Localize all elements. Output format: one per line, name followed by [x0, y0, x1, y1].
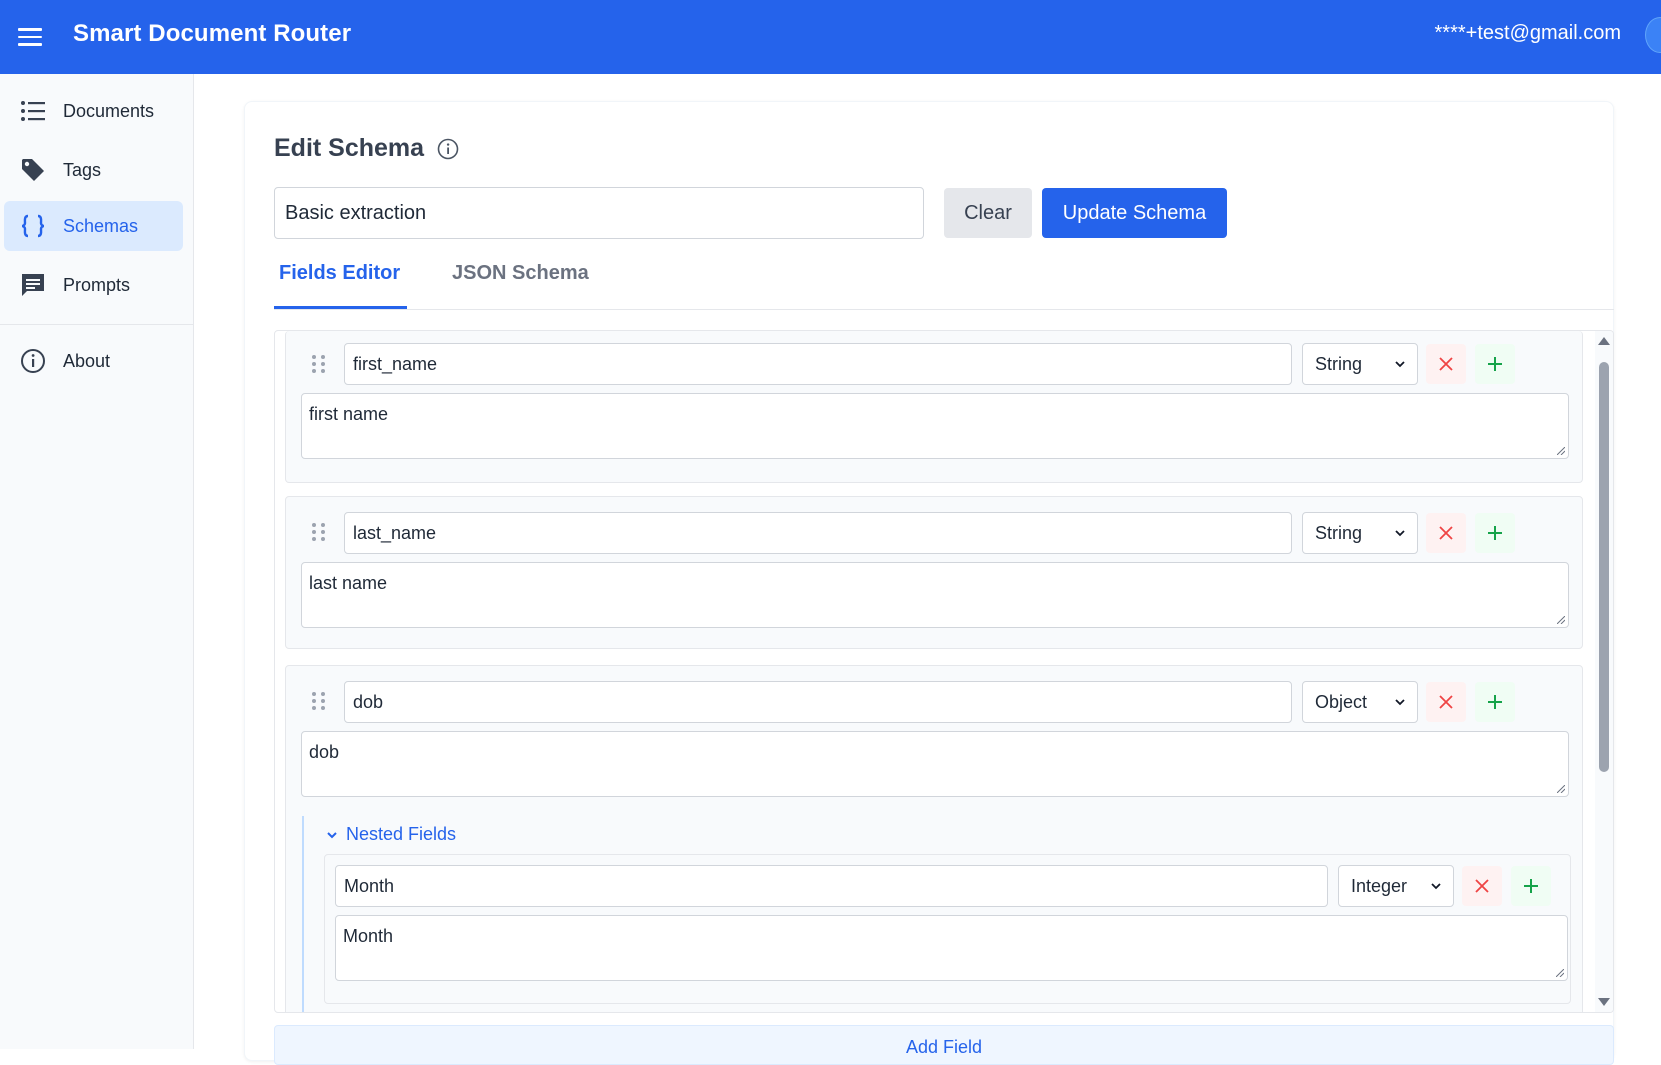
sidebar-item-label: About: [63, 350, 111, 371]
delete-field-button[interactable]: [1426, 344, 1466, 384]
sidebar: Documents Tags Schemas Prompts About: [0, 74, 194, 1049]
sidebar-item-about[interactable]: About: [4, 336, 183, 386]
close-icon: [1439, 695, 1453, 709]
field-type-select[interactable]: String: [1302, 512, 1418, 554]
nested-fields-toggle[interactable]: Nested Fields: [326, 824, 456, 845]
scroll-down-arrow-icon[interactable]: [1598, 998, 1610, 1006]
user-email[interactable]: ****+test@gmail.com: [1435, 22, 1621, 45]
field-type-select[interactable]: Integer: [1338, 865, 1454, 907]
editor-tabs: Fields Editor JSON Schema: [274, 258, 1614, 310]
sidebar-item-label: Prompts: [63, 274, 131, 295]
list-icon: [20, 98, 46, 124]
sidebar-item-label: Documents: [63, 100, 155, 121]
chevron-down-icon: [1395, 699, 1405, 706]
top-app-bar: Smart Document Router ****+test@gmail.co…: [0, 0, 1661, 74]
tab-json-schema[interactable]: JSON Schema: [452, 262, 589, 285]
field-description-textarea[interactable]: first name: [301, 393, 1569, 459]
field-name-input[interactable]: [344, 681, 1292, 723]
field-description-textarea[interactable]: Month: [335, 915, 1568, 981]
drag-handle-icon[interactable]: [312, 355, 326, 375]
field-description-text: dob: [309, 742, 340, 762]
close-icon: [1439, 357, 1453, 371]
delete-field-button[interactable]: [1426, 682, 1466, 722]
tab-fields-editor[interactable]: Fields Editor: [279, 262, 400, 285]
clear-button[interactable]: Clear: [944, 188, 1032, 238]
sidebar-item-documents[interactable]: Documents: [4, 86, 183, 136]
scrollbar[interactable]: [1595, 331, 1613, 1012]
field-type-select[interactable]: Object: [1302, 681, 1418, 723]
drag-handle-icon[interactable]: [312, 523, 326, 543]
update-schema-button[interactable]: Update Schema: [1042, 188, 1227, 238]
info-icon: [20, 348, 46, 374]
field-description-text: first name: [309, 404, 389, 424]
resize-grip-icon[interactable]: [1557, 447, 1565, 455]
add-subfield-button[interactable]: [1475, 344, 1515, 384]
plus-icon: [1488, 695, 1502, 709]
scroll-up-arrow-icon[interactable]: [1598, 337, 1610, 345]
sidebar-item-schemas[interactable]: Schemas: [4, 201, 183, 251]
nested-fields-section: Nested Fields Integer Month: [302, 816, 1584, 1012]
plus-icon: [1524, 879, 1538, 893]
add-subfield-button[interactable]: [1475, 682, 1515, 722]
info-icon[interactable]: [437, 138, 459, 160]
plus-icon: [1488, 357, 1502, 371]
resize-grip-icon[interactable]: [1557, 785, 1565, 793]
drag-handle-icon[interactable]: [312, 692, 326, 712]
delete-field-button[interactable]: [1426, 513, 1466, 553]
chevron-down-icon: [1395, 530, 1405, 537]
sidebar-item-label: Tags: [63, 159, 102, 180]
resize-grip-icon[interactable]: [1556, 969, 1564, 977]
field-description-textarea[interactable]: last name: [301, 562, 1569, 628]
field-type-select[interactable]: String: [1302, 343, 1418, 385]
add-subfield-button[interactable]: [1475, 513, 1515, 553]
chevron-down-icon: [1395, 361, 1405, 368]
page-title: Edit Schema: [274, 134, 425, 162]
chevron-down-icon: [1431, 883, 1441, 890]
sidebar-item-label: Schemas: [63, 215, 139, 236]
add-subfield-button[interactable]: [1511, 866, 1551, 906]
field-description-text: last name: [309, 573, 388, 593]
braces-icon: [20, 213, 46, 239]
scrollbar-thumb[interactable]: [1599, 362, 1609, 772]
field-row: String last name: [285, 496, 1583, 649]
chevron-down-icon: [327, 831, 337, 838]
sidebar-item-prompts[interactable]: Prompts: [4, 260, 183, 310]
add-field-button[interactable]: Add Field: [274, 1025, 1614, 1065]
tag-icon: [20, 157, 46, 183]
field-row: String first name: [285, 331, 1583, 483]
field-description-text: Month: [343, 926, 394, 946]
nested-fields-label: Nested Fields: [346, 824, 457, 844]
schema-name-input[interactable]: [274, 187, 924, 239]
field-type-value: String: [1315, 353, 1363, 374]
message-icon: [20, 272, 46, 298]
close-icon: [1475, 879, 1489, 893]
close-icon: [1439, 526, 1453, 540]
field-description-textarea[interactable]: dob: [301, 731, 1569, 797]
sidebar-divider: [0, 324, 194, 325]
sidebar-item-tags[interactable]: Tags: [4, 145, 183, 195]
resize-grip-icon[interactable]: [1557, 616, 1565, 624]
field-type-value: Integer: [1351, 875, 1408, 896]
field-name-input[interactable]: [344, 343, 1292, 385]
avatar[interactable]: [1645, 17, 1661, 53]
nested-field-row: Integer Month: [324, 854, 1571, 1004]
hamburger-menu-icon[interactable]: [18, 22, 48, 52]
active-tab-indicator: [274, 306, 407, 309]
app-title: Smart Document Router: [73, 20, 352, 47]
delete-field-button[interactable]: [1462, 866, 1502, 906]
field-type-value: String: [1315, 522, 1363, 543]
fields-editor: String first name String last name: [274, 330, 1614, 1013]
field-name-input[interactable]: [344, 512, 1292, 554]
field-name-input[interactable]: [335, 865, 1328, 907]
field-row: Object dob Nested Fields Integer: [285, 665, 1584, 1012]
field-type-value: Object: [1315, 691, 1368, 712]
plus-icon: [1488, 526, 1502, 540]
